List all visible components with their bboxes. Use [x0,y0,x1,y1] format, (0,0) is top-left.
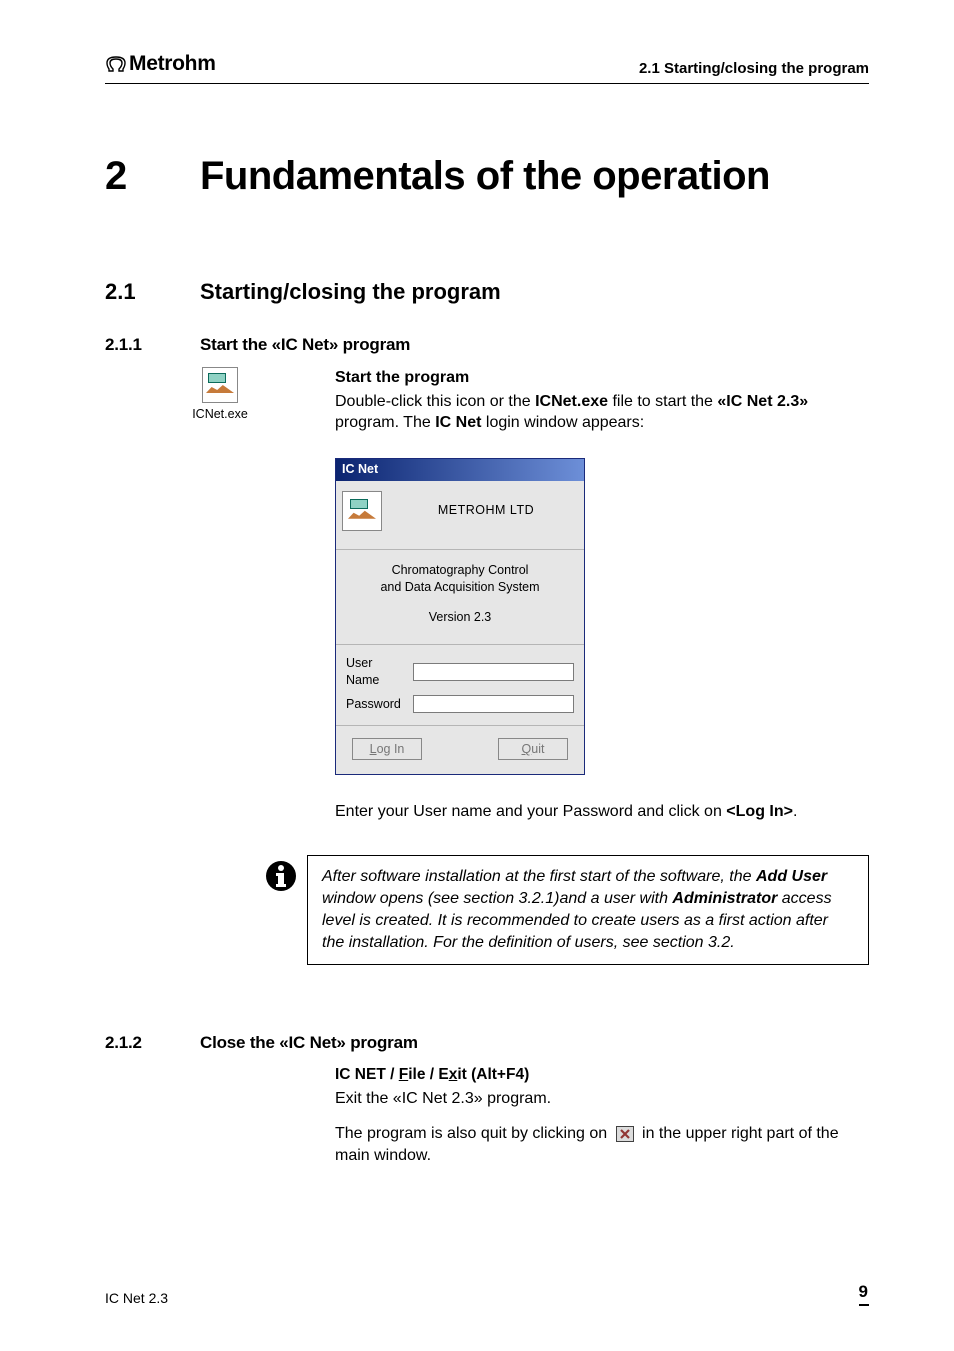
section-number: 2.1 [105,279,200,305]
close-icon [616,1126,634,1142]
username-input[interactable] [413,663,574,681]
close-description: The program is also quit by clicking on … [335,1123,869,1166]
header-section-ref: 2.1 Starting/closing the program [639,60,869,77]
menu-path: IC NET / File / Exit (Alt+F4) [335,1065,869,1086]
subsection-title: Start the «IC Net» program [200,335,410,355]
page-number: 9 [859,1282,869,1306]
header-rule [105,83,869,84]
section-title: Starting/closing the program [200,279,501,305]
section-heading: 2.1 Starting/closing the program [105,279,869,305]
quit-button[interactable]: Quit [498,738,568,760]
start-program-paragraph: Double-click this icon or the ICNet.exe … [335,391,869,434]
login-company-name: METROHM LTD [394,502,578,519]
desktop-shortcut-icon: ICNet.exe [192,367,248,421]
exe-name: ICNet.exe [535,393,608,410]
password-input[interactable] [413,695,574,713]
omega-icon [105,55,127,73]
subsection-number: 2.1.1 [105,335,200,355]
login-description: Chromatography Control and Data Acquisit… [336,550,584,646]
paragraph-title: Start the program [335,367,869,389]
password-label: Password [346,696,405,713]
page-footer: IC Net 2.3 9 [105,1282,869,1306]
desktop-icon-label: ICNet.exe [192,407,248,421]
login-titlebar: IC Net [336,459,584,481]
login-version: Version 2.3 [342,609,578,627]
administrator-ref: Administrator [672,890,777,907]
exit-description: Exit the «IC Net 2.3» program. [335,1088,869,1110]
info-note: After software installation at the first… [307,855,869,965]
icnet-name: IC Net [435,414,481,431]
login-app-icon [342,491,382,531]
login-window-title: IC Net [342,461,378,478]
chapter-number: 2 [105,154,200,199]
brand-logo: Metrohm [105,52,216,76]
product-name: «IC Net 2.3» [717,393,808,410]
subsection-heading: 2.1.2 Close the «IC Net» program [105,1033,869,1053]
subsection-heading: 2.1.1 Start the «IC Net» program [105,335,869,355]
footer-product: IC Net 2.3 [105,1290,168,1306]
chapter-title: Fundamentals of the operation [200,154,770,199]
login-window: IC Net METROHM LTD Chromatography Contro… [335,458,585,775]
username-label: User Name [346,655,405,689]
chapter-heading: 2 Fundamentals of the operation [105,154,869,199]
login-button[interactable]: Log In [352,738,422,760]
after-login-instruction: Enter your User name and your Password a… [335,801,869,823]
subsection-number: 2.1.2 [105,1033,200,1053]
subsection-title: Close the «IC Net» program [200,1033,418,1053]
brand-name: Metrohm [129,52,216,76]
icnet-app-icon [202,367,238,403]
add-user-ref: Add User [756,868,827,885]
login-button-ref: <Log In> [726,803,793,820]
info-icon [255,855,307,965]
